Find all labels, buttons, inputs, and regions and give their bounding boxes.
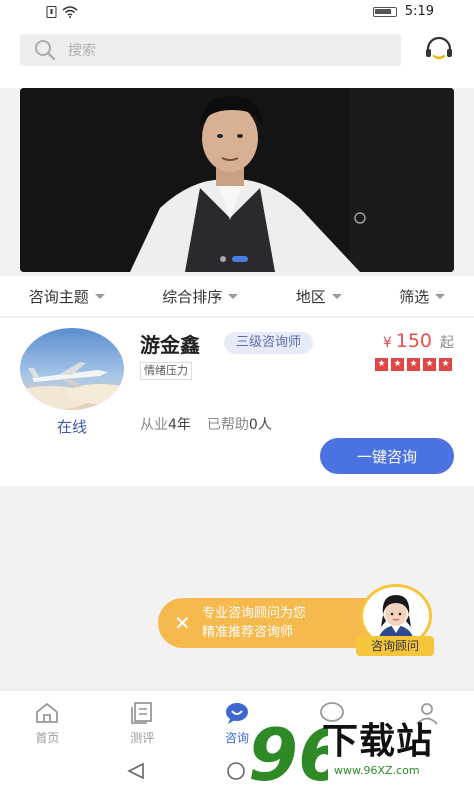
headset-icon[interactable] [424, 36, 454, 64]
header: 搜索 [0, 26, 474, 88]
filter-region[interactable]: 地区 [296, 286, 342, 307]
watermark-url: www.96XZ.com [334, 764, 420, 777]
advisor-label: 咨询顾问 [356, 636, 434, 656]
back-icon[interactable] [126, 762, 146, 780]
status-time: 5:19 [404, 4, 434, 19]
advisor-button[interactable]: 咨询顾问 [354, 584, 436, 658]
watermark-title: 下载站 [322, 721, 434, 762]
banner-image [20, 88, 454, 272]
tab-test[interactable]: 测评 [95, 691, 190, 748]
status-bar: 5:19 [0, 0, 474, 26]
price: ¥ 150 起 [383, 330, 454, 352]
rating-stars: ★ ★ ★ ★ ★ [375, 358, 452, 371]
tab-label: 测评 [130, 731, 155, 745]
counselor-stats: 从业4年 已帮助0人 [140, 414, 272, 434]
svg-text:96: 96 [248, 713, 328, 794]
filter-sort[interactable]: 综合排序 [162, 286, 239, 307]
watermark: 96 下载站 www.96XZ.com [248, 708, 470, 794]
filter-label: 地区 [295, 287, 326, 306]
advisor-prompt-text: 专业咨询顾问为您 精准推荐咨询师 [202, 604, 306, 642]
online-status: 在线 [56, 418, 87, 436]
filter-label: 筛选 [399, 287, 430, 306]
counselor-name: 游金鑫 [140, 333, 200, 357]
helped-value: 0人 [248, 417, 272, 433]
star-icon: ★ [375, 358, 388, 371]
test-icon [131, 702, 153, 724]
level-badge: 三级咨询师 [224, 332, 314, 354]
search-input[interactable]: 搜索 [20, 34, 401, 66]
filter-screen[interactable]: 筛选 [399, 286, 446, 307]
search-placeholder: 搜索 [68, 43, 96, 59]
price-suffix: 起 [440, 335, 454, 351]
consult-button[interactable]: 一键咨询 [320, 438, 454, 474]
home-icon [36, 702, 59, 723]
avatar[interactable] [20, 328, 124, 410]
battery-icon [372, 6, 397, 17]
search-icon [35, 40, 56, 61]
star-icon: ★ [391, 358, 404, 371]
home-circle-icon[interactable] [226, 762, 246, 780]
tab-label: 咨询 [224, 731, 249, 745]
watermark-logo: 96 [248, 713, 328, 794]
carousel-dot[interactable] [220, 256, 226, 262]
airplane-avatar-image [20, 328, 124, 410]
caret-down-icon [228, 293, 239, 299]
tab-home[interactable]: 首页 [0, 691, 95, 748]
star-icon: ★ [423, 358, 436, 371]
counselor-card[interactable]: 在线 游金鑫 三级咨询师 情绪压力 ¥ 150 起 ★ ★ ★ ★ ★ 从业4年… [0, 318, 474, 486]
filter-label: 综合排序 [162, 287, 223, 306]
advisor-prompt-line1: 专业咨询顾问为您 [202, 606, 307, 621]
years-value: 4年 [168, 417, 191, 433]
caret-down-icon [435, 293, 446, 299]
banner-carousel[interactable] [20, 88, 454, 272]
filter-label: 咨询主题 [28, 287, 89, 306]
status-left [46, 6, 78, 18]
topic-tag: 情绪压力 [140, 362, 192, 380]
star-icon: ★ [439, 358, 452, 371]
price-value: 150 [395, 330, 432, 352]
years-stat: 从业4年 [140, 414, 191, 434]
status-right: 5:19 [372, 4, 434, 19]
helped-stat: 已帮助0人 [207, 414, 272, 434]
caret-down-icon [94, 293, 105, 299]
star-icon: ★ [407, 358, 420, 371]
close-icon[interactable]: ✕ [174, 611, 191, 635]
filter-bar: 咨询主题 综合排序 地区 筛选 [0, 276, 474, 316]
wifi-icon [62, 6, 78, 18]
filter-topic[interactable]: 咨询主题 [29, 286, 105, 307]
consult-icon [225, 703, 248, 724]
carousel-dot-active[interactable] [232, 256, 248, 262]
carousel-indicators [220, 256, 248, 262]
caret-down-icon [331, 293, 342, 299]
price-currency: ¥ [382, 335, 392, 351]
tab-label: 首页 [35, 731, 60, 745]
advisor-prompt-line2: 精准推荐咨询师 [202, 625, 294, 640]
years-label: 从业 [140, 417, 168, 433]
sim-icon [46, 6, 57, 18]
helped-label: 已帮助 [206, 417, 249, 433]
